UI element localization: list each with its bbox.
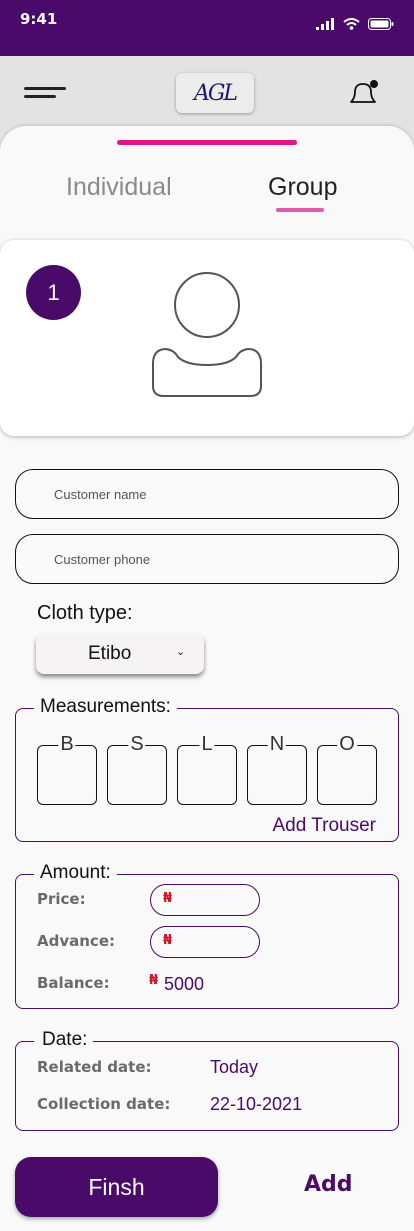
measurement-label: L xyxy=(199,733,215,756)
hamburger-menu-icon[interactable] xyxy=(24,87,66,101)
finish-button[interactable]: Finsh xyxy=(15,1157,218,1217)
related-date-label: Related date: xyxy=(37,1058,152,1076)
measurement-label: B xyxy=(58,733,76,756)
wifi-icon xyxy=(343,18,360,30)
date-legend: Date: xyxy=(34,1029,94,1051)
naira-icon: ₦ xyxy=(163,891,173,906)
measurement-label: N xyxy=(267,733,287,756)
measurement-n-input[interactable]: N xyxy=(247,733,307,805)
amount-legend: Amount: xyxy=(34,862,117,884)
related-date-value[interactable]: Today xyxy=(210,1057,258,1078)
balance-label: Balance: xyxy=(37,974,110,992)
date-section: Date: Related date: Today Collection dat… xyxy=(15,1029,399,1131)
measurement-l-input[interactable]: L xyxy=(177,733,237,805)
advance-label: Advance: xyxy=(37,932,115,950)
app-logo: AGL xyxy=(176,73,254,113)
customer-phone-input[interactable] xyxy=(15,534,399,584)
price-input[interactable]: ₦ xyxy=(150,884,260,916)
collection-date-value[interactable]: 22-10-2021 xyxy=(210,1094,302,1115)
status-icons xyxy=(316,18,394,30)
measurements-legend: Measurements: xyxy=(34,696,177,718)
measurement-s-input[interactable]: S xyxy=(107,733,167,805)
cloth-type-label: Cloth type: xyxy=(37,602,133,624)
bell-icon[interactable] xyxy=(346,78,380,108)
balance-value: 5000 xyxy=(164,974,205,994)
active-tab-indicator xyxy=(276,208,324,212)
add-trouser-link[interactable]: Add Trouser xyxy=(273,815,377,837)
member-index-badge: 1 xyxy=(26,265,81,320)
collection-date-label: Collection date: xyxy=(37,1095,171,1113)
tab-individual[interactable]: Individual xyxy=(66,173,172,202)
measurements-section: Measurements: B S L N O Add Trouser xyxy=(15,696,399,842)
chevron-down-icon: ⌄ xyxy=(176,646,186,658)
naira-icon: ₦ xyxy=(149,973,159,988)
advance-input[interactable]: ₦ xyxy=(150,926,260,958)
naira-icon: ₦ xyxy=(163,933,173,948)
profile-card: 1 xyxy=(0,240,414,436)
logo-text: AGL xyxy=(193,80,238,106)
app-header: AGL xyxy=(0,56,414,130)
status-bar: 9:41 xyxy=(0,0,414,56)
price-label: Price: xyxy=(37,890,86,908)
main-sheet: Individual Group 1 Cloth type: Etibo ⌄ M… xyxy=(0,126,414,1231)
measurement-label: O xyxy=(337,733,357,756)
signal-icon xyxy=(316,18,334,30)
amount-section: Amount: Price: ₦ Advance: ₦ Balance: ₦ 5… xyxy=(15,862,399,1009)
cloth-type-dropdown[interactable]: Etibo ⌄ xyxy=(36,634,204,674)
sheet-handle[interactable] xyxy=(117,140,297,145)
measurement-o-input[interactable]: O xyxy=(317,733,377,805)
user-avatar-icon[interactable] xyxy=(150,270,264,398)
measurement-label: S xyxy=(128,733,146,756)
status-time: 9:41 xyxy=(20,10,58,28)
cloth-type-value: Etibo xyxy=(88,643,132,664)
tab-group[interactable]: Group xyxy=(268,173,337,202)
customer-name-input[interactable] xyxy=(15,469,399,519)
add-button[interactable]: Add xyxy=(304,1172,353,1197)
measurement-b-input[interactable]: B xyxy=(37,733,97,805)
battery-icon xyxy=(368,18,394,30)
